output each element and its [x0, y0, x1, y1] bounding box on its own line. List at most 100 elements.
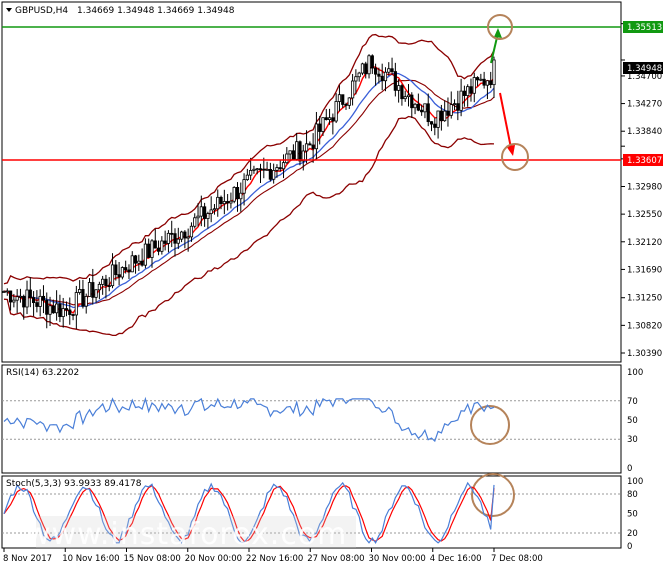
candle-body [314, 123, 319, 150]
candle-body [446, 110, 450, 116]
rsi-highlight-circle [470, 405, 510, 445]
candle-body [61, 308, 65, 317]
candle-body [452, 103, 457, 106]
candle-body [130, 255, 134, 273]
candle-body [258, 168, 263, 171]
candle-body [475, 77, 480, 81]
rsi-panel[interactable] [1, 364, 622, 474]
time-tick-label: 22 Nov 16:00 [246, 554, 303, 564]
candle-body [492, 59, 496, 86]
candle-body [209, 209, 213, 214]
price-tick-label: 1.34270 [627, 100, 662, 110]
candle-body [41, 295, 46, 301]
candle-body [443, 110, 447, 122]
candle-body [420, 109, 424, 113]
chart-canvas[interactable]: GBPUSD,H4 1.34669 1.34948 1.34669 1.3494… [0, 0, 665, 568]
price-tick-label: 1.31250 [627, 294, 662, 304]
price-tick-label: 1.30390 [627, 349, 662, 359]
candle-body [74, 292, 78, 316]
support-target-circle [501, 143, 529, 171]
stoch-tick-label: 20 [627, 529, 638, 539]
candle-body [203, 206, 207, 219]
candle-body [97, 283, 101, 291]
candle-body [387, 68, 391, 73]
candle-body [268, 168, 272, 180]
main-price-panel[interactable] [1, 1, 622, 363]
time-tick-label: 15 Nov 08:00 [124, 554, 181, 564]
candle-body [78, 289, 82, 293]
candle-body [8, 290, 13, 303]
time-tick-label: 10 Nov 16:00 [62, 554, 119, 564]
candle-body [397, 85, 401, 91]
candle-body [436, 110, 440, 128]
candle-body [410, 94, 414, 109]
subpanel-level-lines [2, 400, 621, 534]
candle-body [114, 264, 118, 276]
candle-body [64, 308, 69, 311]
candle-body [186, 236, 190, 239]
candle-body [479, 78, 483, 81]
candle-body [58, 303, 62, 317]
price-tick-label: 1.30820 [627, 321, 662, 331]
time-tick-label: 7 Dec 08:00 [491, 554, 543, 564]
candle-body [137, 260, 141, 264]
symbol-dropdown-icon[interactable] [6, 8, 12, 12]
candle-body [156, 247, 161, 252]
candle-body [472, 77, 476, 94]
candle-body [344, 104, 348, 106]
candle-body [94, 289, 98, 298]
candle-body [127, 269, 131, 273]
candle-body [413, 103, 417, 109]
candle-body [242, 179, 246, 194]
candle-body [449, 104, 453, 116]
candle-body [166, 232, 171, 244]
candle-body [403, 96, 407, 100]
rsi-tick-label: 50 [627, 416, 638, 426]
candle-body [466, 86, 470, 96]
current-price-label: 1.34948 [627, 64, 662, 74]
candle-body [288, 150, 292, 155]
candle-body [278, 167, 282, 170]
ma-fast-line [3, 66, 495, 314]
down-arrow-icon [499, 92, 512, 149]
resistance-price-label: 1.35513 [627, 23, 662, 33]
candle-body [262, 168, 266, 171]
stoch-axis: 100 80 50 20 0 [627, 477, 643, 552]
candle-body [285, 153, 289, 164]
stoch-tick-label: 100 [627, 477, 643, 487]
candle-body [140, 260, 144, 266]
rsi-axis: 100 70 50 30 0 [627, 368, 643, 474]
candle-body [459, 90, 463, 111]
candle-body [489, 80, 493, 86]
candle-body [275, 167, 279, 171]
chart-window[interactable]: GBPUSD,H4 1.34669 1.34948 1.34669 1.3494… [0, 0, 665, 568]
candle-body [291, 150, 295, 160]
candle-body [232, 187, 236, 202]
candle-body [107, 285, 111, 288]
time-tick-label: 4 Dec 16:00 [430, 554, 482, 564]
rsi-tick-label: 100 [627, 368, 643, 378]
candle-body [367, 55, 371, 75]
candle-body [245, 174, 249, 181]
candle-body [120, 267, 124, 278]
ohlc-label: 1.34669 1.34948 1.34669 1.34948 [77, 6, 235, 16]
candle-body [235, 187, 240, 200]
candle-body [321, 117, 325, 132]
time-tick-label: 27 Nov 08:00 [307, 554, 364, 564]
rsi-tick-label: 0 [627, 464, 632, 474]
candle-body [265, 168, 269, 171]
candle-body [196, 215, 200, 219]
price-tick-label: 1.32550 [627, 210, 662, 220]
rsi-tick-label: 30 [627, 435, 638, 445]
candle-body [28, 289, 32, 298]
candle-body [84, 296, 88, 307]
candle-body [160, 240, 164, 252]
candle-body [469, 86, 473, 94]
candle-body [318, 123, 322, 132]
candle-body [216, 196, 220, 210]
candle-body [5, 290, 9, 293]
candle-body [416, 103, 420, 111]
candle-body [364, 63, 368, 75]
stoch-tick-label: 80 [627, 490, 638, 500]
candle-body [311, 144, 315, 150]
